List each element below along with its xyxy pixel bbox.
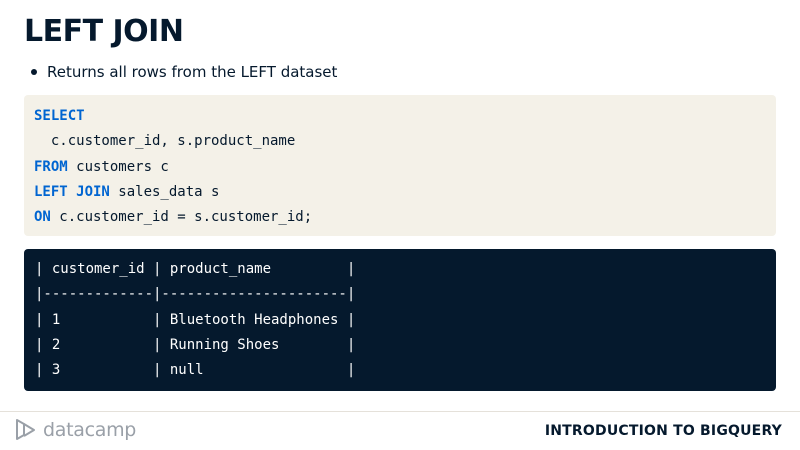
bullet-list: Returns all rows from the LEFT dataset xyxy=(28,63,337,81)
output-row: | 1 | Bluetooth Headphones | xyxy=(35,311,356,328)
code-text: sales_data s xyxy=(109,183,220,200)
output-separator-row: |-------------|----------------------| xyxy=(35,286,356,303)
code-text: customers c xyxy=(67,158,169,175)
code-line: ON c.customer_id = s.customer_id; xyxy=(34,205,766,230)
code-line: c.customer_id, s.product_name xyxy=(34,129,766,154)
output-header-row: | customer_id | product_name | xyxy=(35,261,356,277)
slide-title: LEFT JOIN xyxy=(24,14,184,49)
datacamp-logo-icon xyxy=(16,419,35,440)
query-output-block: | customer_id | product_name | |--------… xyxy=(24,249,776,391)
code-line: SELECT xyxy=(34,104,766,129)
footer-divider xyxy=(0,411,800,412)
code-text: c.customer_id = s.customer_id; xyxy=(50,209,313,226)
bullet-item: Returns all rows from the LEFT dataset xyxy=(28,63,337,81)
bullet-dot-icon xyxy=(31,69,37,75)
course-title: INTRODUCTION TO BIGQUERY xyxy=(544,423,782,439)
sql-keyword: LEFT JOIN xyxy=(34,183,110,200)
brand-name: datacamp xyxy=(43,419,137,441)
sql-keyword: FROM xyxy=(34,158,68,175)
bullet-text: Returns all rows from the LEFT dataset xyxy=(47,63,338,81)
code-line: LEFT JOIN sales_data s xyxy=(34,180,766,205)
datacamp-logo: datacamp xyxy=(15,417,136,443)
sql-code-block: SELECT c.customer_id, s.product_name FRO… xyxy=(24,95,776,236)
code-line: FROM customers c xyxy=(34,155,766,180)
output-row: | 2 | Running Shoes | xyxy=(35,336,356,353)
code-text: c.customer_id, s.product_name xyxy=(34,133,296,150)
sql-keyword: ON xyxy=(34,209,51,226)
output-row: | 3 | null | xyxy=(35,362,356,379)
sql-keyword: SELECT xyxy=(34,108,85,124)
